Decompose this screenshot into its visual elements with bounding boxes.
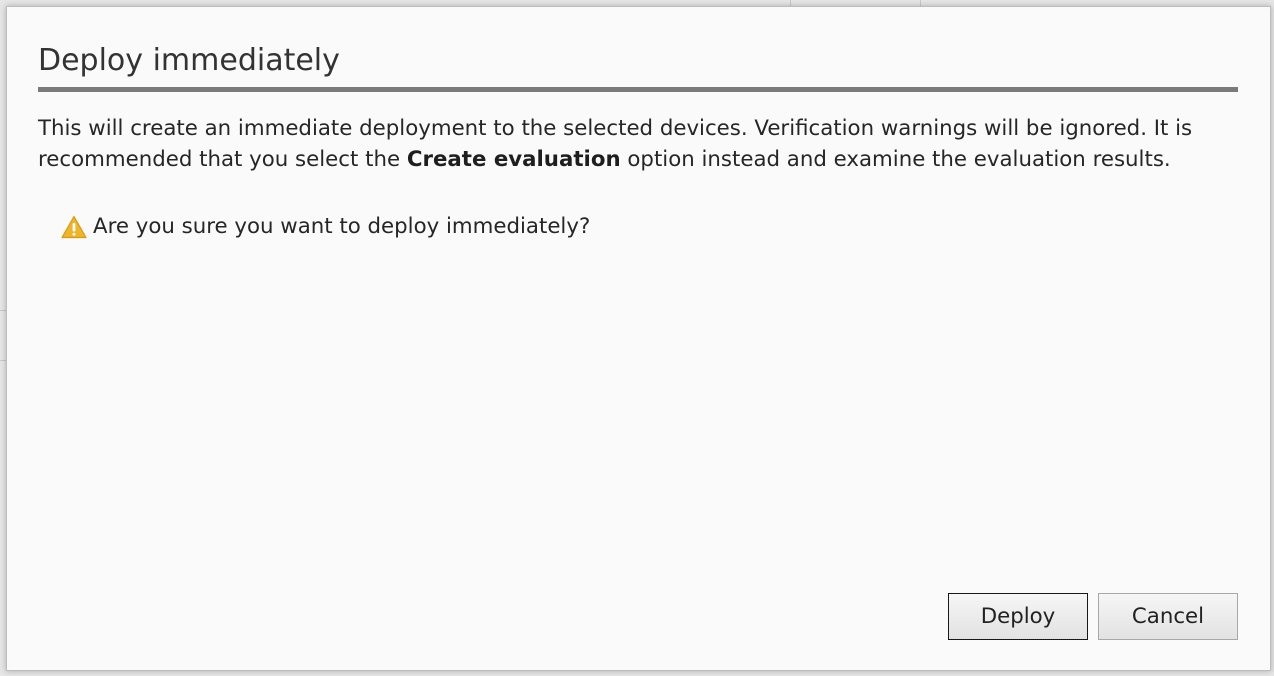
deploy-button[interactable]: Deploy: [948, 593, 1088, 640]
deploy-dialog: Deploy immediately This will create an i…: [6, 6, 1271, 671]
dialog-title: Deploy immediately: [38, 43, 340, 78]
warning-icon: [61, 215, 87, 239]
message-text-end: option instead and examine the evaluatio…: [620, 147, 1171, 172]
cancel-button[interactable]: Cancel: [1098, 593, 1238, 640]
confirm-question: Are you sure you want to deploy immediat…: [93, 214, 591, 239]
confirm-row: Are you sure you want to deploy immediat…: [61, 212, 590, 242]
title-divider: [38, 87, 1238, 92]
message-highlight-create-evaluation: Create evaluation: [406, 147, 621, 172]
dialog-message: This will create an immediate deployment…: [38, 113, 1243, 175]
